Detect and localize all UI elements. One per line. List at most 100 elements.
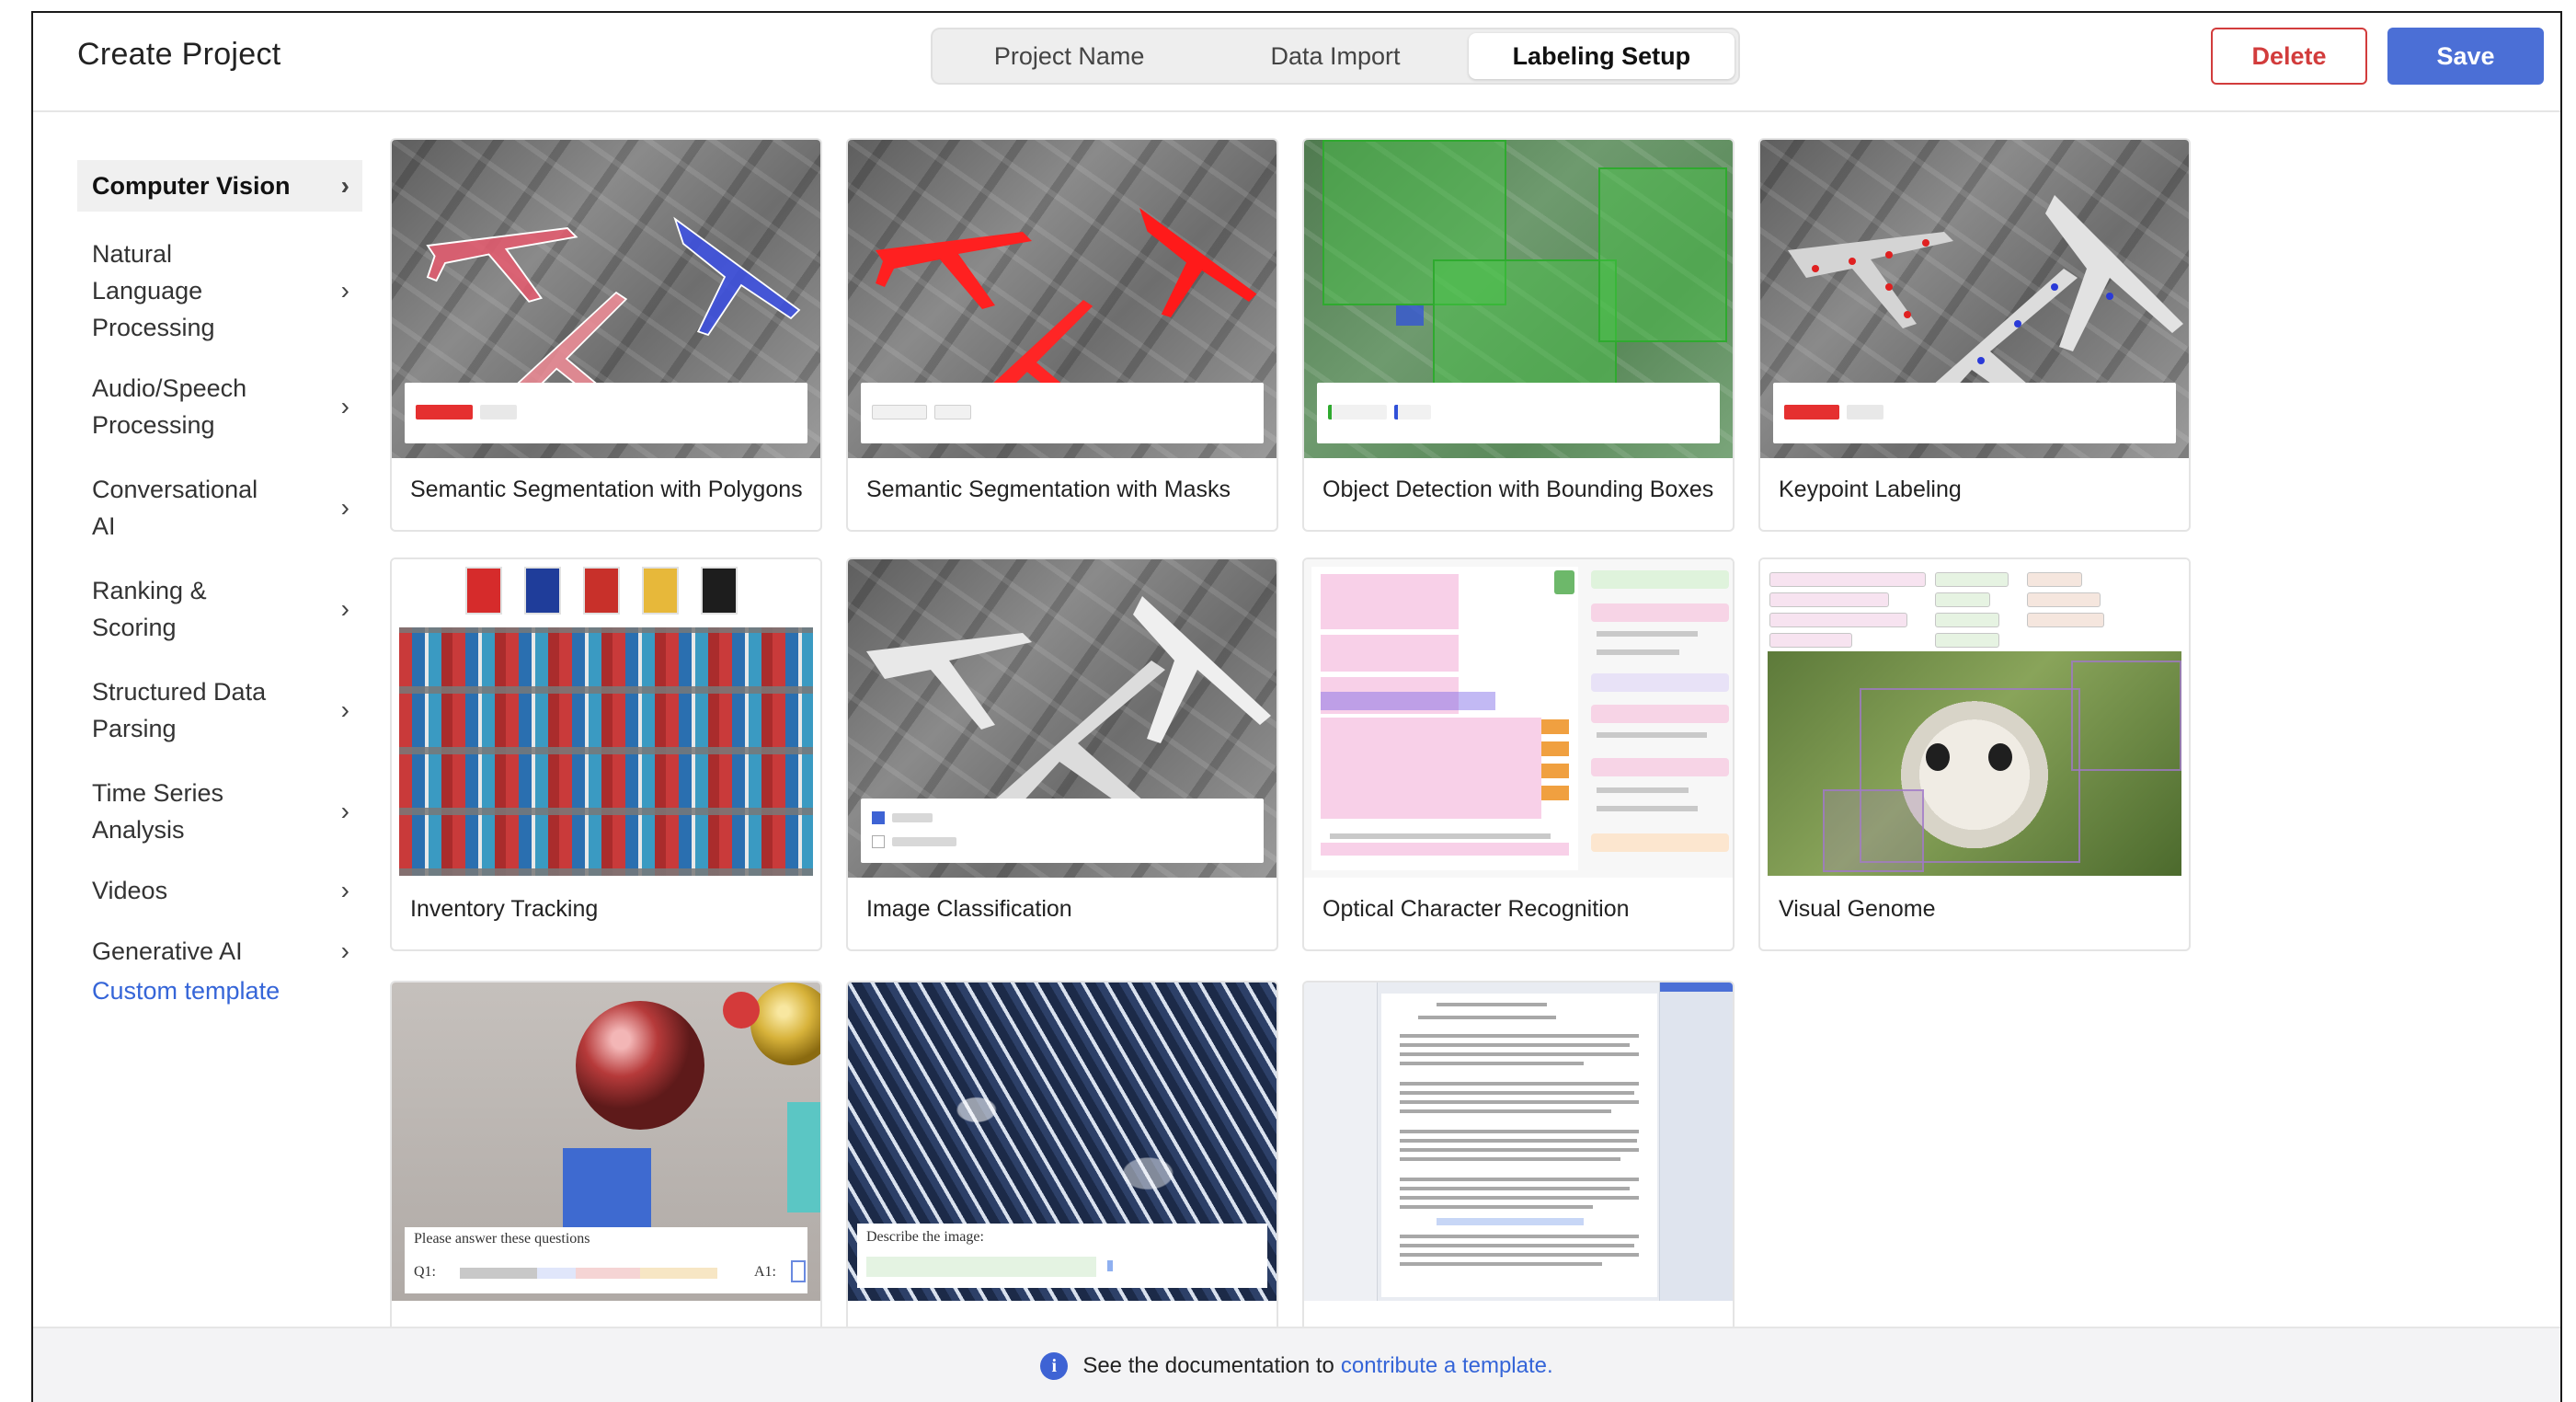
relation-tag bbox=[2027, 613, 2104, 627]
text-highlight bbox=[1437, 1218, 1584, 1225]
sidebar-item-generative-ai[interactable]: Generative AI › bbox=[77, 925, 362, 977]
template-thumbnail bbox=[848, 140, 1277, 458]
app-frame: Create Project Project Name Data Import … bbox=[31, 11, 2562, 1402]
relation-tag bbox=[1769, 613, 1907, 627]
custom-template-link[interactable]: Custom template bbox=[92, 977, 280, 1006]
sidebar-item-label: Generative AI bbox=[92, 937, 243, 965]
classification-options bbox=[861, 799, 1264, 863]
text-line bbox=[1400, 1034, 1639, 1038]
annotation-pill bbox=[1591, 833, 1729, 852]
answer-input[interactable] bbox=[791, 1260, 806, 1282]
template-card-semantic-segmentation-masks[interactable]: Semantic Segmentation with Masks bbox=[846, 138, 1278, 532]
store-shelf-image bbox=[399, 627, 813, 876]
template-card-text-document[interactable] bbox=[1302, 981, 1735, 1365]
text-line bbox=[1400, 1052, 1639, 1056]
relation-tag bbox=[1769, 572, 1926, 587]
sidebar-item-audio-speech-processing[interactable]: Audio/Speech Processing › bbox=[77, 362, 349, 451]
question-heading: Please answer these questions bbox=[414, 1231, 590, 1247]
text-line bbox=[1400, 1178, 1639, 1181]
template-card-semantic-segmentation-polygons[interactable]: Semantic Segmentation with Polygons bbox=[390, 138, 822, 532]
sidebar-item-videos[interactable]: Videos › bbox=[77, 865, 362, 916]
product-sample bbox=[642, 567, 679, 615]
text-line bbox=[1418, 1016, 1556, 1019]
sidebar-item-conversational-ai[interactable]: Conversational AI › bbox=[77, 464, 349, 552]
sidebar-item-label: Computer Vision bbox=[92, 172, 291, 200]
sidebar-item-label: Audio/Speech Processing bbox=[92, 374, 247, 439]
template-thumbnail bbox=[392, 140, 820, 458]
option-label bbox=[892, 837, 956, 846]
setup-stepper: Project Name Data Import Labeling Setup bbox=[931, 28, 1740, 85]
label-legend bbox=[1317, 383, 1720, 443]
relation-tag bbox=[1769, 633, 1852, 648]
text-line bbox=[1597, 787, 1689, 793]
relation-tag bbox=[1935, 633, 1999, 648]
region-box bbox=[1823, 789, 1924, 872]
template-card-keypoint-labeling[interactable]: Keypoint Labeling bbox=[1758, 138, 2191, 532]
text-line bbox=[1400, 1244, 1634, 1247]
template-title: Image Classification bbox=[866, 896, 1072, 922]
text-line bbox=[1597, 649, 1679, 655]
bounding-box bbox=[1396, 305, 1424, 326]
template-card-image-captioning[interactable]: Describe the image: bbox=[846, 981, 1278, 1365]
sidebar-item-time-series-analysis[interactable]: Time Series Analysis › bbox=[77, 767, 349, 856]
text-document-page bbox=[1381, 994, 1657, 1297]
sidebar-item-structured-data-parsing[interactable]: Structured Data Parsing › bbox=[77, 666, 349, 754]
text-line bbox=[1400, 1187, 1630, 1190]
checkbox-option[interactable] bbox=[872, 835, 885, 848]
sidebar-item-computer-vision[interactable]: Computer Vision › bbox=[77, 160, 362, 212]
template-card-inventory-tracking[interactable]: Inventory Tracking bbox=[390, 557, 822, 951]
text-line bbox=[1400, 1196, 1639, 1200]
sidebar-item-natural-language-processing[interactable]: Natural Language Processing › bbox=[77, 228, 349, 353]
ocr-highlight bbox=[1321, 843, 1569, 856]
step-data-import[interactable]: Data Import bbox=[1202, 33, 1468, 79]
template-thumbnail bbox=[848, 559, 1277, 878]
text-line bbox=[1400, 1109, 1611, 1113]
ocr-highlight bbox=[1321, 635, 1459, 672]
template-title: Semantic Segmentation with Polygons bbox=[410, 477, 803, 502]
template-card-image-classification[interactable]: Image Classification bbox=[846, 557, 1278, 951]
template-thumbnail bbox=[392, 559, 820, 878]
label-chip bbox=[1394, 405, 1431, 419]
chevron-right-icon: › bbox=[340, 392, 349, 420]
header: Create Project Project Name Data Import … bbox=[33, 13, 2560, 112]
ocr-highlight bbox=[1321, 692, 1495, 710]
relation-tag bbox=[2027, 572, 2082, 587]
text-line bbox=[1400, 1253, 1639, 1257]
page-title: Create Project bbox=[77, 37, 281, 72]
sidebar-item-ranking-scoring[interactable]: Ranking & Scoring › bbox=[77, 565, 349, 653]
relation-tag bbox=[1935, 572, 2009, 587]
chevron-right-icon: › bbox=[340, 797, 349, 825]
template-title: Inventory Tracking bbox=[410, 896, 599, 922]
template-thumbnail: Describe the image: bbox=[848, 983, 1277, 1301]
template-card-optical-character-recognition[interactable]: Optical Character Recognition bbox=[1302, 557, 1735, 951]
footer-text: See the documentation to bbox=[1082, 1353, 1334, 1378]
contribute-template-link[interactable]: contribute a template. bbox=[1341, 1353, 1553, 1379]
save-button[interactable]: Save bbox=[2387, 28, 2544, 85]
question-panel: Please answer these questions Q1: A1: bbox=[405, 1227, 807, 1293]
template-card-object-detection-bounding-boxes[interactable]: Object Detection with Bounding Boxes bbox=[1302, 138, 1735, 532]
relation-tag bbox=[1935, 592, 1990, 607]
step-labeling-setup[interactable]: Labeling Setup bbox=[1468, 33, 1735, 79]
template-card-visual-genome[interactable]: Visual Genome bbox=[1758, 557, 2191, 951]
documentation-footer: i See the documentation to contribute a … bbox=[33, 1327, 2560, 1402]
option-label bbox=[892, 813, 933, 822]
template-thumbnail bbox=[1760, 140, 2189, 458]
checkbox-option[interactable] bbox=[872, 811, 885, 824]
airplane-polygon-annotation bbox=[673, 216, 801, 337]
caption-input[interactable] bbox=[866, 1257, 1096, 1277]
chevron-right-icon: › bbox=[340, 276, 349, 305]
template-card-visual-question-answering[interactable]: Please answer these questions Q1: A1: bbox=[390, 981, 822, 1365]
step-project-name[interactable]: Project Name bbox=[936, 33, 1202, 79]
label-chip bbox=[872, 405, 927, 419]
template-title: Optical Character Recognition bbox=[1322, 896, 1630, 922]
document-outline-pane bbox=[1304, 983, 1378, 1301]
template-title: Object Detection with Bounding Boxes bbox=[1322, 477, 1714, 502]
sidebar-item-label: Natural Language Processing bbox=[92, 240, 215, 341]
annotation-pill bbox=[1591, 603, 1729, 622]
chevron-right-icon: › bbox=[340, 171, 349, 200]
relation-tag bbox=[2027, 592, 2101, 607]
text-line bbox=[1597, 631, 1698, 637]
text-line bbox=[1400, 1148, 1639, 1152]
label-chip bbox=[934, 405, 971, 419]
delete-button[interactable]: Delete bbox=[2211, 28, 2367, 85]
